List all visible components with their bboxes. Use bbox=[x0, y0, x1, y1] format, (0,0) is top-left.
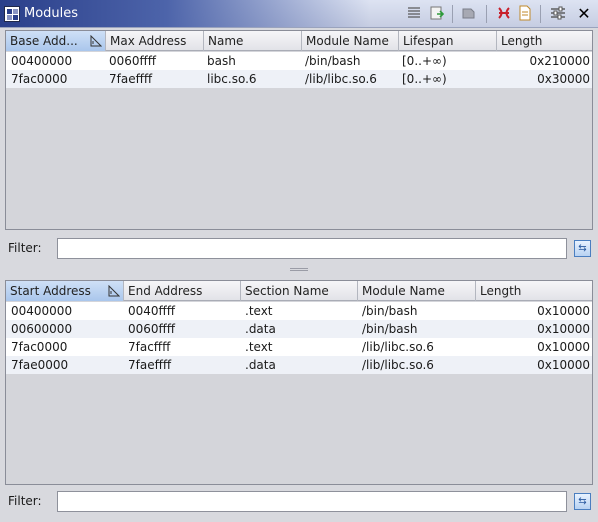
table-row[interactable]: 00600000 0060ffff .data /bin/bash 0x1000… bbox=[6, 320, 592, 338]
col-base-address[interactable]: Base Add... bbox=[6, 31, 106, 51]
sort-ascending-icon bbox=[90, 35, 102, 47]
modules-filter-bar: Filter: ⇆ bbox=[0, 233, 598, 265]
col-section-name[interactable]: Section Name bbox=[241, 281, 358, 301]
filter-label: Filter: bbox=[8, 241, 42, 255]
filter-options-icon[interactable]: ⇆ bbox=[574, 493, 591, 510]
table-row[interactable]: 7fac0000 7faeffff libc.so.6 /lib/libc.so… bbox=[6, 70, 592, 88]
sort-ascending-icon bbox=[108, 285, 120, 297]
export-icon[interactable] bbox=[428, 5, 446, 23]
list-icon[interactable] bbox=[405, 5, 423, 23]
col-end-address[interactable]: End Address bbox=[124, 281, 241, 301]
sections-filter-input[interactable] bbox=[57, 491, 567, 512]
document-icon[interactable] bbox=[516, 5, 534, 23]
col-lifespan[interactable]: Lifespan bbox=[399, 31, 497, 51]
col-length[interactable]: Length bbox=[497, 31, 592, 51]
modules-table: Base Add... Max Address Name Module Name… bbox=[5, 30, 593, 230]
table-row[interactable]: 00400000 0060ffff bash /bin/bash [0..+∞)… bbox=[6, 52, 592, 70]
col-name[interactable]: Name bbox=[204, 31, 302, 51]
col-module-name[interactable]: Module Name bbox=[358, 281, 476, 301]
table-row[interactable]: 7fac0000 7facffff .text /lib/libc.so.6 0… bbox=[6, 338, 592, 356]
pane-splitter[interactable] bbox=[0, 265, 598, 275]
sections-table-header: Start Address End Address Section Name M… bbox=[6, 281, 592, 301]
modules-filter-input[interactable] bbox=[57, 238, 567, 259]
modules-app-icon bbox=[4, 6, 20, 22]
window-title: Modules bbox=[24, 6, 79, 21]
modules-table-header: Base Add... Max Address Name Module Name… bbox=[6, 31, 592, 51]
col-length[interactable]: Length bbox=[476, 281, 592, 301]
filter-options-icon[interactable]: ⇆ bbox=[574, 240, 591, 257]
col-max-address[interactable]: Max Address bbox=[106, 31, 204, 51]
plugin-icon[interactable] bbox=[460, 5, 478, 23]
sections-filter-bar: Filter: ⇆ bbox=[0, 486, 598, 518]
filter-label: Filter: bbox=[8, 494, 42, 508]
bookmark-icon[interactable] bbox=[495, 5, 513, 23]
table-row[interactable]: 00400000 0040ffff .text /bin/bash 0x1000… bbox=[6, 302, 592, 320]
table-row[interactable]: 7fae0000 7faeffff .data /lib/libc.so.6 0… bbox=[6, 356, 592, 374]
sections-table: Start Address End Address Section Name M… bbox=[5, 280, 593, 485]
title-bar: Modules ✕ bbox=[0, 0, 598, 28]
settings-icon[interactable] bbox=[549, 5, 567, 23]
col-module-name[interactable]: Module Name bbox=[302, 31, 399, 51]
close-icon[interactable]: ✕ bbox=[575, 5, 593, 23]
col-start-address[interactable]: Start Address bbox=[6, 281, 124, 301]
